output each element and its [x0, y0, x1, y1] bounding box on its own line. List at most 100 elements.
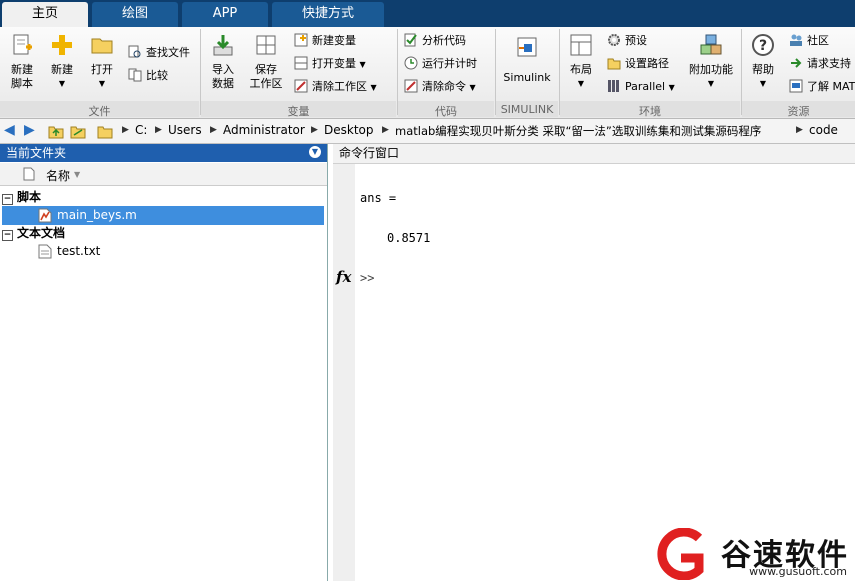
- find-files-icon: [128, 45, 141, 58]
- clear-workspace-label: 清除工作区: [312, 80, 367, 93]
- panel-menu-icon[interactable]: ▼: [309, 146, 321, 158]
- collapse-icon[interactable]: −: [2, 194, 13, 205]
- tab-home[interactable]: 主页: [2, 2, 88, 27]
- learn-matlab-button[interactable]: 了解 MAT: [789, 78, 855, 96]
- addons-label: 附加功能: [689, 63, 733, 76]
- environment-group-label: 环境: [639, 105, 661, 118]
- command-window[interactable]: ans = 0.8571 >>: [355, 164, 855, 581]
- current-folder-title-bar: 当前文件夹 ▼: [0, 144, 327, 162]
- compare-label: 比较: [146, 69, 168, 82]
- run-and-time-label: 运行并计时: [422, 57, 477, 70]
- parallel-button[interactable]: Parallel ▼: [607, 78, 675, 96]
- command-prompt[interactable]: >>: [360, 271, 374, 285]
- svg-text:?: ?: [759, 38, 767, 54]
- path-separator-icon: ▶: [210, 125, 217, 135]
- code-group-label: 代码: [435, 105, 457, 118]
- sort-icon: ▼: [74, 170, 81, 179]
- watermark-url: www.gusuoft.com: [749, 565, 847, 578]
- ribbon-tab-strip: 主页 绘图 APP 快捷方式: [0, 0, 855, 27]
- chevron-down-icon: ▼: [370, 83, 377, 92]
- new-script-label: 新建 脚本: [11, 63, 33, 90]
- fx-function-browser-icon[interactable]: fx: [336, 268, 351, 286]
- new-script-icon: [13, 34, 32, 55]
- breadcrumb-code[interactable]: code: [809, 123, 838, 137]
- chevron-down-icon: ▼: [469, 83, 476, 92]
- plus-icon: [52, 35, 72, 55]
- chevron-down-icon: ▼: [359, 60, 366, 69]
- open-button[interactable]: 打开 ▼: [84, 33, 120, 91]
- addons-icon: [700, 34, 722, 55]
- breadcrumb-drive[interactable]: C:: [135, 123, 147, 137]
- chevron-down-icon: ▼: [58, 79, 66, 88]
- folder-icon: [607, 58, 621, 70]
- address-bar: ◀ ▶ ▶ C: ▶ Users ▶ Administrator ▶ Deskt…: [0, 119, 855, 144]
- clear-commands-icon: [404, 79, 418, 93]
- clear-workspace-button[interactable]: 清除工作区 ▼: [294, 78, 377, 96]
- path-separator-icon: ▶: [382, 125, 389, 135]
- request-support-label: 请求支持: [807, 57, 851, 70]
- import-data-button[interactable]: 导入 数据: [204, 33, 242, 91]
- clear-commands-button[interactable]: 清除命令 ▼: [404, 78, 476, 96]
- path-separator-icon: ▶: [311, 125, 318, 135]
- compare-button[interactable]: 比较: [128, 67, 168, 85]
- help-button[interactable]: ? 帮助 ▼: [745, 33, 781, 91]
- current-folder-title: 当前文件夹: [6, 146, 67, 160]
- run-and-time-button[interactable]: 运行并计时: [404, 55, 477, 73]
- column-header[interactable]: 名称 ▼: [0, 163, 327, 186]
- new-variable-button[interactable]: 新建变量: [294, 32, 356, 50]
- find-files-button[interactable]: 查找文件: [128, 44, 190, 62]
- layout-button[interactable]: 布局 ▼: [563, 33, 599, 91]
- chevron-down-icon: ▼: [668, 83, 675, 92]
- up-folder-icon[interactable]: [48, 123, 64, 139]
- open-variable-button[interactable]: 打开变量 ▼: [294, 55, 366, 73]
- path-separator-icon: ▶: [122, 125, 129, 135]
- preferences-button[interactable]: 预设: [607, 32, 647, 50]
- help-label: 帮助: [752, 63, 774, 76]
- chevron-down-icon: ▼: [98, 79, 106, 88]
- file-type-icon: [23, 167, 35, 181]
- request-support-icon: [791, 58, 802, 68]
- simulink-button[interactable]: Simulink: [500, 35, 554, 85]
- new-variable-icon: [294, 33, 308, 47]
- set-path-button[interactable]: 设置路径: [607, 55, 669, 73]
- addons-button[interactable]: 附加功能 ▼: [686, 33, 736, 91]
- new-button[interactable]: 新建 ▼: [44, 33, 80, 91]
- collapse-icon[interactable]: −: [2, 230, 13, 241]
- command-window-title-bar: 命令行窗口: [333, 144, 855, 164]
- file-row-main-beys[interactable]: main_beys.m: [2, 206, 324, 225]
- gusu-logo-icon: [657, 528, 704, 580]
- section-scripts[interactable]: − 脚本: [2, 189, 324, 206]
- tab-plots[interactable]: 绘图: [92, 2, 178, 27]
- output-value: 0.8571: [387, 231, 431, 245]
- breadcrumb-administrator[interactable]: Administrator: [223, 123, 305, 137]
- tab-apps[interactable]: APP: [182, 2, 268, 27]
- clear-commands-label: 清除命令: [422, 80, 466, 93]
- open-label: 打开: [91, 63, 113, 76]
- section-label: 文本文档: [17, 226, 66, 240]
- new-script-button[interactable]: 新建 脚本: [4, 33, 40, 91]
- save-workspace-label: 保存 工作区: [249, 63, 283, 90]
- community-icon: [790, 34, 802, 46]
- section-text-documents[interactable]: − 文本文档: [2, 225, 324, 242]
- breadcrumb-users[interactable]: Users: [168, 123, 202, 137]
- browse-folder-icon[interactable]: [70, 123, 86, 139]
- community-label: 社区: [807, 34, 829, 47]
- community-button[interactable]: 社区: [789, 32, 829, 50]
- file-row-test-txt[interactable]: test.txt: [2, 242, 324, 261]
- simulink-label: Simulink: [503, 71, 551, 84]
- find-files-label: 查找文件: [146, 46, 190, 59]
- new-variable-label: 新建变量: [312, 34, 356, 47]
- layout-label: 布局: [570, 63, 592, 76]
- tab-shortcuts[interactable]: 快捷方式: [272, 2, 384, 27]
- breadcrumb-project-folder[interactable]: matlab编程实现贝叶斯分类 采取“留一法”选取训练集和测试集源码程序: [395, 123, 761, 139]
- output-ans-line: ans =: [360, 191, 397, 205]
- breadcrumb-desktop[interactable]: Desktop: [324, 123, 374, 137]
- forward-icon[interactable]: ▶: [24, 122, 35, 138]
- import-data-label: 导入 数据: [212, 63, 234, 90]
- section-label: 脚本: [17, 190, 42, 204]
- analyze-code-button[interactable]: 分析代码: [404, 32, 466, 50]
- back-icon[interactable]: ◀: [4, 122, 15, 138]
- save-workspace-button[interactable]: 保存 工作区: [246, 33, 286, 91]
- request-support-button[interactable]: 请求支持: [789, 55, 851, 73]
- analyze-code-icon: [404, 33, 417, 47]
